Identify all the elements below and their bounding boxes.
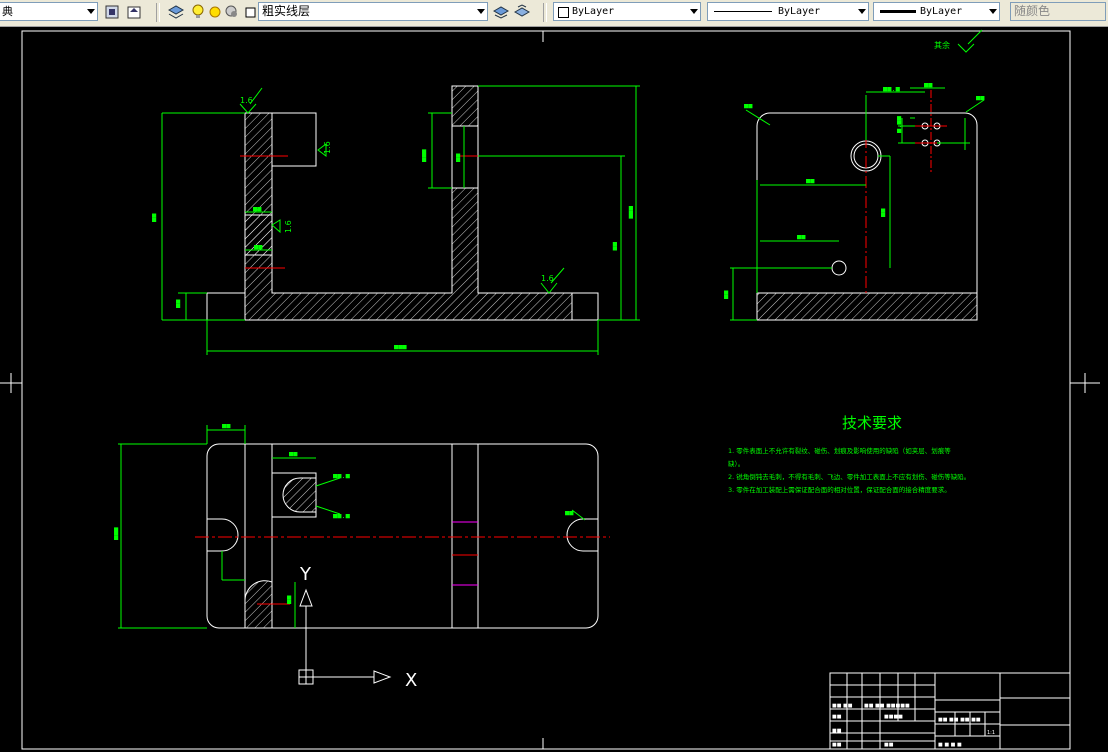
linetype-sample-icon — [714, 11, 772, 12]
top-view-dim-text: ■■■ ■■ ■■ ■■.■ ■■.■ ■■ ■■ — [112, 422, 574, 604]
chevron-down-icon — [858, 9, 866, 14]
svg-text:■■: ■■ — [832, 714, 842, 720]
lineweight-control-dropdown[interactable]: ByLayer — [873, 2, 1000, 21]
color-control-value: ByLayer — [572, 6, 615, 17]
svg-text:■■ ■■: ■■ ■■ — [832, 703, 853, 709]
surface-roughness-label: 1.6 — [284, 220, 293, 233]
ucs-icon — [298, 588, 392, 685]
remaining-surface-note: 其余 — [934, 40, 950, 50]
drawing-canvas[interactable]: ■■ ■■■ ■■■ ■■ ■■■ ■■ ■■ ■■ ■■ 1.6 1.6 1.… — [0, 27, 1108, 752]
svg-text:■■■■: ■■■■ — [884, 714, 903, 720]
linetype-control-value: ByLayer — [778, 6, 821, 17]
svg-text:■.■■: ■.■■ — [895, 115, 903, 133]
tech-requirement-line: 缺）。 — [728, 459, 744, 468]
tech-requirements-title: 技术要求 — [842, 414, 902, 432]
svg-text:■■: ■■ — [832, 728, 842, 734]
svg-text:■■: ■■ — [722, 290, 730, 299]
side-view-dim-text: ■■ ■■ ■■ ■■ ■■.■ ■■ ■.■■ ■■ ■■ — [722, 81, 985, 299]
svg-text:■■: ■■ — [253, 205, 262, 213]
svg-text:■■.■: ■■.■ — [333, 512, 351, 520]
front-view — [206, 85, 599, 321]
layer-freeze-sun-icon[interactable] — [207, 4, 223, 20]
ucs-x-label: X — [405, 670, 417, 691]
svg-text:■■: ■■ — [744, 102, 753, 110]
title-block — [829, 672, 1071, 750]
table-style-icon[interactable] — [126, 4, 142, 20]
plotstyle-control-dropdown[interactable]: 随颜色 — [1010, 2, 1106, 21]
svg-text:■■: ■■ — [454, 153, 462, 162]
text-style-dropdown[interactable]: 典 — [0, 2, 98, 21]
layer-manager-icon[interactable] — [168, 4, 184, 20]
side-view — [756, 90, 978, 321]
svg-text:■■■: ■■■ — [112, 527, 120, 540]
svg-text:■■: ■■ — [150, 213, 158, 222]
svg-text:■■: ■■ — [806, 177, 815, 185]
svg-text:■■: ■■ — [832, 742, 842, 748]
svg-text:■■: ■■ — [976, 94, 985, 102]
dimension-style-icon[interactable] — [104, 4, 120, 20]
svg-text:■■ ■■ ■■■■■: ■■ ■■ ■■■■■ — [864, 703, 910, 709]
top-view — [195, 443, 610, 629]
layer-lock-icon[interactable] — [224, 4, 240, 20]
tech-requirement-line: 2. 锐角倒钝去毛刺，不得有毛刺、飞边、零件加工表面上不应有划伤、碰伤等缺陷。 — [728, 472, 970, 481]
svg-text:■■■: ■■■ — [627, 206, 635, 219]
chevron-down-icon — [989, 9, 997, 14]
svg-text:■■: ■■ — [285, 595, 293, 604]
svg-text:■■: ■■ — [174, 299, 182, 308]
layer-color-swatch-icon[interactable] — [242, 4, 258, 20]
lineweight-control-value: ByLayer — [920, 6, 963, 17]
svg-text:■■: ■■ — [924, 81, 933, 89]
drawing-border-frame — [21, 30, 1071, 750]
surface-roughness-label: 1.6 — [323, 141, 332, 154]
svg-text:■■: ■■ — [565, 509, 574, 517]
svg-text:■■: ■■ — [797, 233, 806, 241]
top-view-dimensions — [118, 425, 586, 629]
svg-text:■■■: ■■■ — [394, 343, 407, 351]
chevron-down-icon — [477, 9, 485, 14]
surface-roughness-label: 1.6 — [240, 96, 253, 105]
make-object-layer-current-icon[interactable] — [493, 4, 509, 20]
svg-text:■■: ■■ — [884, 742, 894, 748]
front-view-dim-text: ■■ ■■■ ■■■ ■■ ■■■ ■■ ■■ ■■ ■■ — [150, 149, 635, 351]
layer-on-lightbulb-icon[interactable] — [190, 4, 206, 20]
layer-dropdown-value: 粗实线层 — [262, 4, 311, 18]
svg-text:■■: ■■ — [289, 450, 298, 458]
layer-previous-icon[interactable] — [514, 4, 530, 20]
chevron-down-icon — [87, 9, 95, 14]
plotstyle-control-value: 随颜色 — [1014, 4, 1051, 18]
lineweight-sample-icon — [880, 10, 916, 13]
chevron-down-icon — [690, 9, 698, 14]
svg-text:■■.■: ■■.■ — [883, 85, 901, 93]
svg-text:■■■: ■■■ — [420, 149, 428, 162]
tech-requirement-line: 1. 零件表面上不允许有裂纹、碰伤、划痕及影响使用的缺陷（如夹层、划痕等 — [728, 446, 951, 455]
svg-text:■■: ■■ — [611, 242, 619, 251]
svg-text:■■: ■■ — [254, 243, 263, 251]
svg-text:■ ■ ■ ■: ■ ■ ■ ■ — [938, 742, 962, 748]
properties-toolbar: 典 粗实线层 ByLayer ByLayer ByLayer 随颜色 — [0, 0, 1108, 27]
svg-text:■■.■: ■■.■ — [333, 472, 351, 480]
color-swatch-icon — [558, 7, 569, 18]
svg-text:■■: ■■ — [222, 422, 231, 430]
surface-roughness-label: 1.6 — [541, 274, 554, 283]
ucs-y-label: Y — [299, 564, 312, 585]
linetype-control-dropdown[interactable]: ByLayer — [707, 2, 869, 21]
svg-text:■■ ■■ ■■ ■■: ■■ ■■ ■■ ■■ — [938, 717, 981, 723]
layer-dropdown[interactable]: 粗实线层 — [258, 2, 488, 21]
title-block-scale: 1:1 — [987, 730, 995, 736]
tech-requirement-line: 3. 零件在加工装配上需保证配合面的相对位置，保证配合面的接合精度要求。 — [728, 485, 951, 494]
frame-center-marks — [0, 31, 1100, 749]
color-control-dropdown[interactable]: ByLayer — [553, 2, 701, 21]
text-style-value: 典 — [2, 5, 13, 18]
side-view-dimensions — [730, 29, 985, 321]
svg-text:■■: ■■ — [879, 208, 887, 217]
